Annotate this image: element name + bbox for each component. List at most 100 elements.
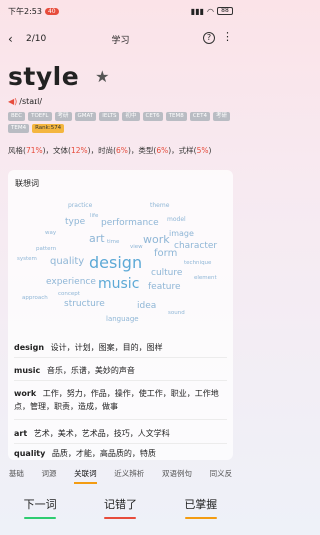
- tag-tem4: TEM4: [8, 124, 30, 133]
- tab-synonym-analysis[interactable]: 近义辨析: [114, 466, 144, 484]
- freq-shiyang-pct: 5%: [196, 146, 209, 155]
- cloud-word[interactable]: time: [107, 239, 119, 245]
- tab-related-words[interactable]: 关联词: [74, 466, 97, 484]
- freq-shishang-end: )，: [127, 146, 139, 155]
- freq-leixing-end: )，: [168, 146, 179, 155]
- speaker-icon[interactable]: ◀): [8, 97, 17, 106]
- cloud-word[interactable]: idea: [137, 301, 156, 311]
- freq-shiyang-end: ): [208, 146, 212, 155]
- word-cloud: practice theme life type performance mod…: [8, 192, 233, 323]
- cloud-word[interactable]: pattern: [36, 246, 56, 252]
- tag-gmat: GMAT: [74, 112, 97, 121]
- status-icons: ▮▮▮ ◠ 88: [191, 7, 233, 16]
- wrong-bar: [104, 517, 137, 519]
- signal-icon: ▮▮▮: [190, 6, 205, 16]
- next-word-button[interactable]: 下一词: [5, 490, 75, 530]
- freq-fengge-end: )，: [42, 146, 54, 155]
- cloud-word[interactable]: theme: [150, 202, 169, 209]
- assoc-meaning: 艺术，美术，艺术品，技巧，人文学科: [33, 429, 170, 438]
- top-nav: ‹ 2/10 学习 ? ⋮: [0, 28, 241, 50]
- card-title: 联想词: [15, 179, 39, 188]
- assoc-row-music[interactable]: music 音乐，乐谱，美妙的声音: [14, 360, 227, 381]
- cloud-word[interactable]: type: [65, 217, 85, 227]
- assoc-meaning: 品质，才能，高品质的，特质: [51, 449, 156, 458]
- cloud-word[interactable]: practice: [68, 202, 92, 209]
- mastered-button[interactable]: 已掌握: [166, 490, 236, 530]
- cloud-word[interactable]: art: [89, 232, 105, 245]
- cloud-word[interactable]: view: [130, 244, 143, 250]
- tab-bilingual-examples[interactable]: 双语例句: [162, 466, 192, 484]
- assoc-word: quality: [14, 449, 46, 458]
- assoc-meaning: 音乐，乐谱，美妙的声音: [46, 366, 135, 375]
- notification-badge: 40: [44, 7, 59, 15]
- cloud-word[interactable]: character: [174, 241, 217, 251]
- tag-tem8: TEM8: [165, 112, 187, 121]
- assoc-row-design[interactable]: design 设计，计划，图案，目的，图样: [14, 337, 227, 358]
- cloud-word[interactable]: quality: [50, 256, 84, 267]
- status-bar: 下午2:53 40 ▮▮▮ ◠ 88: [0, 0, 241, 22]
- mastered-label: 已掌握: [184, 498, 218, 511]
- bottom-actions: 下一词 记错了 已掌握: [0, 490, 241, 530]
- cloud-word[interactable]: life: [90, 213, 98, 219]
- cloud-word[interactable]: sound: [168, 310, 185, 316]
- exam-tags: BEC TOEFL 考研 GMAT IELTS 初中 CET6 TEM8 CET…: [8, 112, 234, 133]
- rank-badge: Rank:574: [32, 124, 65, 133]
- phonetic-text: /staɪl/: [19, 97, 43, 106]
- tag-bec: BEC: [8, 112, 26, 121]
- assoc-word: design: [14, 343, 45, 352]
- freq-leixing-pct: 6%: [156, 146, 169, 155]
- meaning-frequency: 风格(71%)，文体(12%)，时尚(6%)，类型(6%)，式样(5%): [8, 145, 211, 156]
- word-header: style ★: [8, 62, 110, 91]
- cloud-word[interactable]: system: [17, 256, 37, 262]
- freq-shiyang-label: 式样(: [178, 146, 197, 155]
- battery-icon: 88: [217, 7, 233, 15]
- cloud-word[interactable]: concept: [58, 291, 80, 297]
- detail-tabs: 基础 词源 关联词 近义辨析 双语例句 同义反: [0, 466, 241, 484]
- tag-kaoyan: 考研: [54, 112, 72, 121]
- freq-shishang-label: 时尚(: [98, 146, 117, 155]
- assoc-word: art: [14, 429, 28, 438]
- cloud-word[interactable]: culture: [151, 268, 182, 278]
- cloud-word[interactable]: experience: [46, 277, 96, 287]
- cloud-word[interactable]: technique: [184, 260, 211, 266]
- more-icon[interactable]: ⋮: [222, 30, 233, 43]
- phonetic[interactable]: ◀) /staɪl/: [8, 97, 42, 106]
- tag-chuzhong: 初中: [122, 112, 140, 121]
- cloud-word[interactable]: element: [194, 275, 217, 281]
- wrong-button[interactable]: 记错了: [85, 490, 155, 530]
- mastered-bar: [184, 517, 217, 519]
- cloud-word[interactable]: performance: [101, 218, 159, 228]
- freq-fengge-label: 风格(: [8, 146, 26, 155]
- assoc-word: work: [14, 389, 37, 398]
- help-icon[interactable]: ?: [203, 32, 215, 44]
- cloud-word[interactable]: model: [167, 216, 186, 223]
- tag-toefl: TOEFL: [28, 112, 52, 121]
- cloud-word[interactable]: way: [45, 230, 56, 236]
- cloud-word[interactable]: music: [98, 276, 139, 292]
- freq-wenti-end: )，: [87, 146, 99, 155]
- wrong-label: 记错了: [103, 498, 137, 511]
- cloud-word[interactable]: structure: [64, 299, 105, 309]
- tab-synonyms-antonyms[interactable]: 同义反: [210, 466, 233, 484]
- cloud-word[interactable]: design: [89, 253, 142, 272]
- tag-cet4: CET4: [189, 112, 210, 121]
- back-icon[interactable]: ‹: [8, 32, 22, 46]
- assoc-row-quality[interactable]: quality 品质，才能，高品质的，特质: [14, 446, 227, 460]
- word-title: style: [8, 62, 80, 91]
- assoc-meaning: 设计，计划，图案，目的，图样: [50, 343, 163, 352]
- assoc-row-work[interactable]: work 工作，努力，作品，操作，使工作，职业，工作地点，管理，职责，造成，做事: [14, 384, 227, 420]
- cloud-word[interactable]: approach: [22, 295, 48, 301]
- association-card: 联想词 practice theme life type performance…: [8, 170, 233, 460]
- freq-fengge-pct: 71%: [25, 146, 43, 155]
- cloud-word[interactable]: form: [154, 248, 177, 259]
- cloud-word[interactable]: work: [143, 233, 170, 246]
- favorite-star-icon[interactable]: ★: [95, 67, 109, 86]
- cloud-word[interactable]: language: [106, 315, 139, 323]
- tab-basic[interactable]: 基础: [9, 466, 24, 484]
- cloud-word[interactable]: image: [169, 229, 194, 238]
- tab-etymology[interactable]: 词源: [41, 466, 56, 484]
- assoc-meaning: 工作，努力，作品，操作，使工作，职业，工作地点，管理，职责，造成，做事: [14, 389, 219, 411]
- tag-ielts: IELTS: [99, 112, 120, 121]
- cloud-word[interactable]: feature: [148, 282, 181, 292]
- assoc-row-art[interactable]: art 艺术，美术，艺术品，技巧，人文学科: [14, 423, 227, 444]
